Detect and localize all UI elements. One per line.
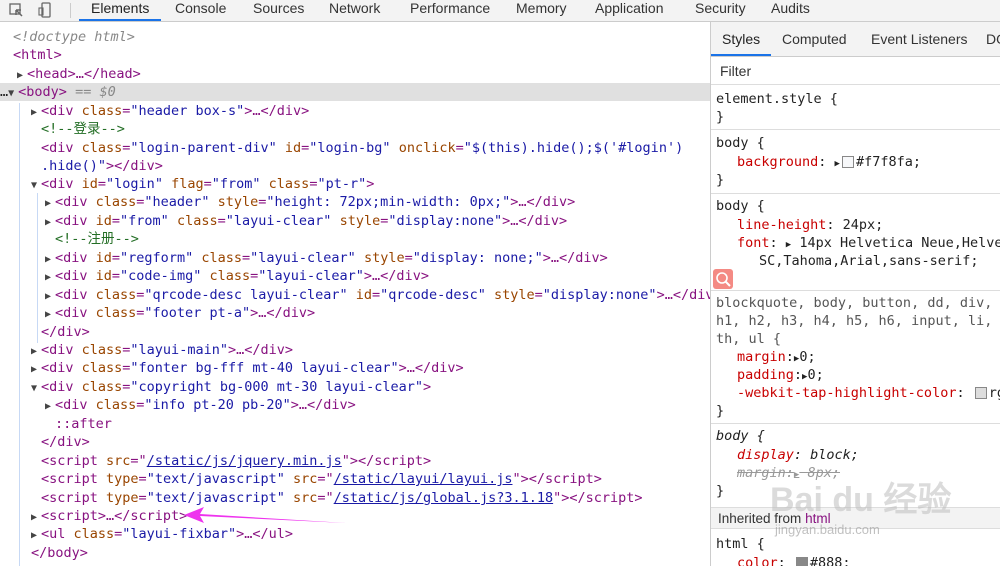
devtools-toolbar: Elements Console Sources Network Perform… — [0, 0, 1000, 22]
tree-node-login-parent[interactable]: <div class="login-parent-div" id="login-… — [41, 139, 683, 157]
styles-filter-input[interactable]: Filter — [711, 57, 1000, 85]
annotation-arrow-icon — [184, 507, 346, 523]
reset-rule-selector-line-1[interactable]: blockquote, body, button, dd, div, d — [716, 295, 1000, 311]
ua-body-rule-selector[interactable]: body { — [716, 428, 765, 444]
reset-rule-selector-line-3: th, ul { — [716, 331, 782, 347]
comment-login[interactable]: <!--登录--> — [41, 120, 125, 138]
script-link-layui[interactable]: /static/layui/layui.js — [334, 471, 513, 487]
rule-close: } — [716, 483, 725, 499]
tab-audits[interactable]: Audits — [759, 0, 822, 21]
html-rule-selector[interactable]: html { — [716, 536, 765, 552]
expand-triangle-icon[interactable]: ▶ — [31, 361, 41, 379]
reset-rule-selector-line-2: h1, h2, h3, h4, h5, h6, input, li, o — [716, 313, 1000, 329]
tab-event-listeners[interactable]: Event Listeners — [871, 22, 968, 56]
script-link-global[interactable]: /static/js/global.js?3.1.18 — [334, 490, 553, 506]
expand-triangle-icon[interactable]: ▶ — [45, 195, 55, 213]
rule-separator — [711, 423, 1000, 424]
reset-rule-decl-2[interactable]: padding:▶0; — [737, 367, 824, 383]
expand-triangle-icon[interactable]: ▶ — [31, 104, 41, 122]
rule-separator — [711, 193, 1000, 194]
body-rule-2-decl-1[interactable]: line-height: 24px; — [737, 217, 883, 233]
baidu-watermark-logo: Bai du 经验 — [770, 481, 952, 519]
tree-node-footer[interactable]: ▶ <div class="footer pt-a">…</div> — [45, 304, 315, 324]
tab-elements[interactable]: Elements — [79, 0, 162, 21]
tree-node-script-jquery[interactable]: <script src="/static/js/jquery.min.js"><… — [41, 452, 431, 470]
rule-separator — [711, 290, 1000, 291]
baidu-watermark-url: jingyan.baidu.com — [775, 522, 880, 537]
html-node[interactable]: <html> — [13, 46, 62, 64]
sidebar-tabs: Styles Computed Event Listeners DO — [711, 22, 1000, 57]
color-swatch-icon[interactable] — [795, 557, 808, 566]
expand-triangle-icon[interactable]: ▶ — [835, 159, 840, 169]
tree-node-fixbar[interactable]: ▶ <ul class="layui-fixbar">…</ul> — [31, 525, 293, 545]
collapse-triangle-icon[interactable]: ▼ — [31, 380, 41, 398]
body-rule-2-decl-2[interactable]: font: ▶ 14px Helvetica Neue,Helvetica — [737, 235, 1000, 251]
tree-node-info[interactable]: ▶ <div class="info pt-20 pb-20">…</div> — [45, 396, 356, 416]
rule-close: } — [716, 403, 725, 419]
element-style-selector[interactable]: element.style { — [716, 91, 838, 107]
html-rule-decl[interactable]: color: #888; — [737, 555, 851, 566]
tab-computed[interactable]: Computed — [782, 22, 847, 56]
tree-node-script-layui[interactable]: <script type="text/javascript" src="/sta… — [41, 470, 602, 488]
reset-rule-decl-3[interactable]: -webkit-tap-highlight-color: rgb — [737, 385, 1000, 401]
color-swatch-icon[interactable] — [974, 387, 987, 399]
tab-console[interactable]: Console — [163, 0, 238, 21]
collapse-triangle-icon[interactable]: ▼ — [31, 177, 41, 195]
tree-node-fonter[interactable]: ▶ <div class="fonter bg-fff mt-40 layui-c… — [31, 359, 464, 379]
indent-guide — [37, 193, 38, 343]
body-rule-2-selector[interactable]: body { — [716, 198, 765, 214]
tree-node-body-close[interactable]: </body> — [31, 544, 88, 562]
expand-triangle-icon[interactable]: ▶ — [45, 214, 55, 232]
collapse-triangle-icon[interactable]: ▼ — [8, 85, 18, 103]
tab-application[interactable]: Application — [583, 0, 676, 21]
script-link-jquery[interactable]: /static/js/jquery.min.js — [147, 453, 342, 469]
tree-node-login-header[interactable]: ▶ <div class="header" style="height: 72px… — [45, 193, 575, 213]
rule-close: } — [716, 172, 725, 188]
color-swatch-icon[interactable] — [841, 156, 854, 168]
tab-sources[interactable]: Sources — [241, 0, 316, 21]
body-rule-1-selector[interactable]: body { — [716, 135, 765, 151]
dom-tree: <!doctype html> <html> ▶ <head>…</head> …… — [0, 23, 710, 566]
expand-triangle-icon[interactable]: ▶ — [45, 306, 55, 324]
tree-node-login-parent-cont: .hide()"></div> — [41, 158, 163, 174]
body-node-selected[interactable]: …▼ <body> == $0 — [0, 83, 116, 103]
device-toolbar-icon[interactable] — [38, 2, 54, 18]
inspect-element-icon[interactable] — [8, 2, 24, 18]
ua-body-rule-decl-1[interactable]: display: block; — [737, 447, 859, 463]
tab-performance[interactable]: Performance — [398, 0, 502, 21]
expand-triangle-icon[interactable]: ▶ — [45, 398, 55, 416]
rule-separator — [711, 129, 1000, 130]
warning-badge-icon — [713, 269, 733, 289]
pseudo-after[interactable]: ::after — [55, 415, 112, 433]
reset-rule-decl-1[interactable]: margin:▶0; — [737, 349, 816, 365]
tree-node-copyright-close[interactable]: </div> — [41, 433, 90, 451]
tree-node-code-img[interactable]: ▶ <div id="code-img" class="layui-clear">… — [45, 267, 429, 287]
body-rule-1-decl[interactable]: background: ▶ #f7f8fa; — [737, 154, 921, 170]
comment-register[interactable]: <!--注册--> — [55, 230, 139, 248]
body-rule-2-decl-2-cont: SC,Tahoma,Arial,sans-serif; — [759, 253, 979, 269]
expand-triangle-icon[interactable]: ▶ — [786, 240, 791, 250]
doctype-node[interactable]: <!doctype html> — [13, 28, 135, 46]
expand-triangle-icon[interactable]: ▶ — [31, 527, 41, 545]
tab-memory[interactable]: Memory — [504, 0, 579, 21]
tab-network[interactable]: Network — [317, 0, 392, 21]
indent-guide — [19, 103, 20, 566]
expand-triangle-icon[interactable]: ▶ — [45, 269, 55, 287]
tab-security[interactable]: Security — [683, 0, 758, 21]
tab-styles[interactable]: Styles — [711, 22, 772, 56]
tab-dom-breakpoints[interactable]: DO — [986, 22, 1000, 56]
rule-close: } — [716, 109, 725, 125]
tree-node-login-close[interactable]: </div> — [41, 323, 90, 341]
toolbar-separator — [70, 3, 71, 18]
